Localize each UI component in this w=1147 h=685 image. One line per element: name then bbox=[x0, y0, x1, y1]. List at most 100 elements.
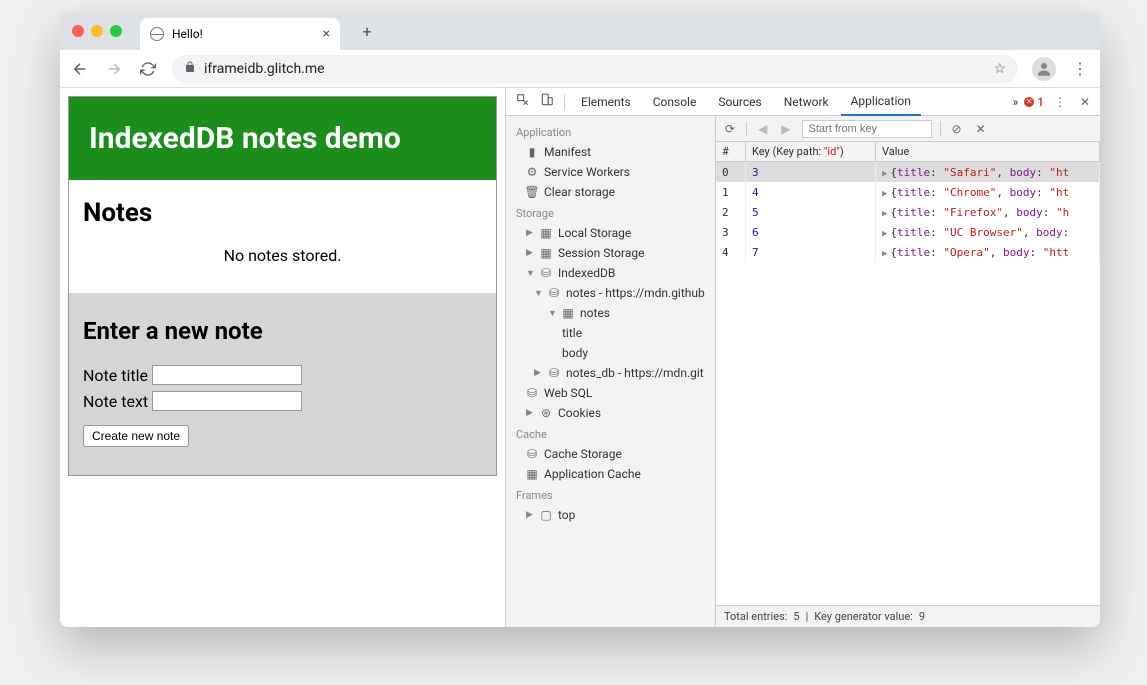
no-notes-message: No notes stored. bbox=[83, 246, 482, 265]
trash-icon: 🗑 bbox=[526, 186, 538, 198]
storage-icon: ▦ bbox=[540, 227, 552, 239]
sidebar-store-notes[interactable]: ▼▦notes bbox=[506, 303, 715, 323]
tab-elements[interactable]: Elements bbox=[571, 89, 641, 115]
table-header: # Key (Key path: "id") Value bbox=[716, 142, 1100, 162]
create-note-button[interactable]: Create new note bbox=[83, 425, 189, 447]
devtools-close-icon[interactable]: ✕ bbox=[1076, 95, 1094, 109]
row-key: 6 bbox=[746, 222, 876, 242]
tab-console[interactable]: Console bbox=[643, 89, 707, 115]
sidebar-session-storage[interactable]: ▶▦Session Storage bbox=[506, 243, 715, 263]
content-area: IndexedDB notes demo Notes No notes stor… bbox=[60, 88, 1100, 627]
tab-application[interactable]: Application bbox=[841, 88, 921, 116]
notes-heading: Notes bbox=[83, 198, 482, 228]
chevron-right-icon: ▶ bbox=[526, 228, 534, 238]
storage-icon: ▦ bbox=[540, 247, 552, 259]
sidebar-frame-top[interactable]: ▶▢top bbox=[506, 505, 715, 525]
row-value: ▶{title: "Opera", body: "htt bbox=[876, 242, 1100, 262]
menu-dots-icon[interactable]: ⋮ bbox=[1070, 59, 1090, 79]
lock-icon bbox=[184, 61, 196, 77]
forward-icon[interactable] bbox=[104, 59, 124, 79]
row-value: ▶{title: "UC Browser", body: bbox=[876, 222, 1100, 242]
table-row[interactable]: 4 7 ▶{title: "Opera", body: "htt bbox=[716, 242, 1100, 262]
delete-selected-icon[interactable]: ✕ bbox=[973, 122, 989, 136]
sidebar-index-title[interactable]: title bbox=[506, 323, 715, 343]
globe-icon bbox=[150, 27, 164, 41]
new-tab-button[interactable]: + bbox=[354, 18, 380, 44]
sidebar-indexeddb[interactable]: ▼⛁IndexedDB bbox=[506, 263, 715, 283]
chevron-down-icon: ▼ bbox=[534, 288, 542, 299]
database-icon: ⛁ bbox=[540, 267, 552, 279]
chevron-right-icon: ▶ bbox=[526, 408, 534, 418]
more-tabs-icon[interactable]: » bbox=[1012, 95, 1018, 109]
chevron-right-icon: ▶ bbox=[526, 510, 534, 520]
sidebar-service-workers[interactable]: ⚙Service Workers bbox=[506, 162, 715, 182]
application-sidebar: Application ▮Manifest ⚙Service Workers 🗑… bbox=[506, 116, 716, 627]
error-badge[interactable]: ✕1 bbox=[1024, 95, 1044, 109]
clear-object-store-icon[interactable]: ⊘ bbox=[949, 122, 965, 136]
row-key: 5 bbox=[746, 202, 876, 222]
browser-toolbar: iframeidb.glitch.me ☆ ⋮ bbox=[60, 50, 1100, 88]
row-value: ▶{title: "Firefox", body: "h bbox=[876, 202, 1100, 222]
next-page-icon[interactable]: ▶ bbox=[778, 122, 793, 136]
section-storage: Storage bbox=[506, 202, 715, 223]
sidebar-index-body[interactable]: body bbox=[506, 343, 715, 363]
browser-tab[interactable]: Hello! × bbox=[140, 18, 340, 50]
note-text-input[interactable] bbox=[152, 391, 302, 411]
database-icon: ⛁ bbox=[526, 448, 538, 460]
sidebar-websql[interactable]: ⛁Web SQL bbox=[506, 383, 715, 403]
sidebar-db-notes[interactable]: ▼⛁notes - https://mdn.github bbox=[506, 283, 715, 303]
row-index: 0 bbox=[716, 162, 746, 182]
minimize-window-icon[interactable] bbox=[91, 25, 103, 37]
traffic-lights bbox=[72, 25, 122, 37]
address-bar[interactable]: iframeidb.glitch.me ☆ bbox=[172, 55, 1018, 83]
note-text-label: Note text bbox=[83, 392, 148, 411]
tab-network[interactable]: Network bbox=[774, 89, 839, 115]
refresh-icon[interactable]: ⟳ bbox=[722, 122, 738, 136]
row-index: 1 bbox=[716, 182, 746, 202]
table-row[interactable]: 0 3 ▶{title: "Safari", body: "ht bbox=[716, 162, 1100, 182]
chevron-down-icon: ▼ bbox=[526, 268, 534, 279]
sidebar-app-cache[interactable]: ▦Application Cache bbox=[506, 464, 715, 484]
form-heading: Enter a new note bbox=[83, 317, 482, 345]
profile-avatar-icon[interactable] bbox=[1032, 57, 1056, 81]
header-value[interactable]: Value bbox=[876, 142, 1100, 161]
sidebar-clear-storage[interactable]: 🗑Clear storage bbox=[506, 182, 715, 202]
row-key: 7 bbox=[746, 242, 876, 262]
start-from-key-input[interactable] bbox=[802, 120, 932, 138]
table-row[interactable]: 3 6 ▶{title: "UC Browser", body: bbox=[716, 222, 1100, 242]
note-title-input[interactable] bbox=[152, 365, 302, 385]
table-icon: ▦ bbox=[562, 307, 574, 319]
device-toolbar-icon[interactable] bbox=[536, 93, 558, 110]
note-title-label: Note title bbox=[83, 366, 148, 385]
prev-page-icon[interactable]: ◀ bbox=[755, 122, 770, 136]
close-window-icon[interactable] bbox=[72, 25, 84, 37]
sidebar-cache-storage[interactable]: ⛁Cache Storage bbox=[506, 444, 715, 464]
database-icon: ⛁ bbox=[526, 387, 538, 399]
table-row[interactable]: 1 4 ▶{title: "Chrome", body: "ht bbox=[716, 182, 1100, 202]
inspect-element-icon[interactable] bbox=[512, 93, 534, 110]
header-index[interactable]: # bbox=[716, 142, 746, 161]
database-icon: ⛁ bbox=[548, 367, 560, 379]
reload-icon[interactable] bbox=[138, 59, 158, 79]
sidebar-cookies[interactable]: ▶⊛Cookies bbox=[506, 403, 715, 423]
new-note-form: Enter a new note Note title Note text Cr… bbox=[69, 293, 496, 475]
bookmark-star-icon[interactable]: ☆ bbox=[993, 61, 1006, 77]
tab-close-icon[interactable]: × bbox=[323, 26, 330, 42]
table-row[interactable]: 2 5 ▶{title: "Firefox", body: "h bbox=[716, 202, 1100, 222]
back-icon[interactable] bbox=[70, 59, 90, 79]
sidebar-db-notesdb[interactable]: ▶⛁notes_db - https://mdn.git bbox=[506, 363, 715, 383]
tab-sources[interactable]: Sources bbox=[708, 89, 771, 115]
browser-window: Hello! × + iframeidb.glitch.me ☆ ⋮ Index… bbox=[60, 12, 1100, 627]
sidebar-local-storage[interactable]: ▶▦Local Storage bbox=[506, 223, 715, 243]
document-icon: ▮ bbox=[526, 146, 538, 158]
devtools-menu-icon[interactable]: ⋮ bbox=[1050, 95, 1070, 109]
row-key: 3 bbox=[746, 162, 876, 182]
maximize-window-icon[interactable] bbox=[110, 25, 122, 37]
database-icon: ⛁ bbox=[548, 287, 560, 299]
devtools-main: ⟳ ◀ ▶ ⊘ ✕ # Key (Key path: "id") Va bbox=[716, 116, 1100, 627]
sidebar-manifest[interactable]: ▮Manifest bbox=[506, 142, 715, 162]
header-key[interactable]: Key (Key path: "id") bbox=[746, 142, 876, 161]
url-text: iframeidb.glitch.me bbox=[204, 61, 325, 77]
row-value: ▶{title: "Safari", body: "ht bbox=[876, 162, 1100, 182]
section-cache: Cache bbox=[506, 423, 715, 444]
